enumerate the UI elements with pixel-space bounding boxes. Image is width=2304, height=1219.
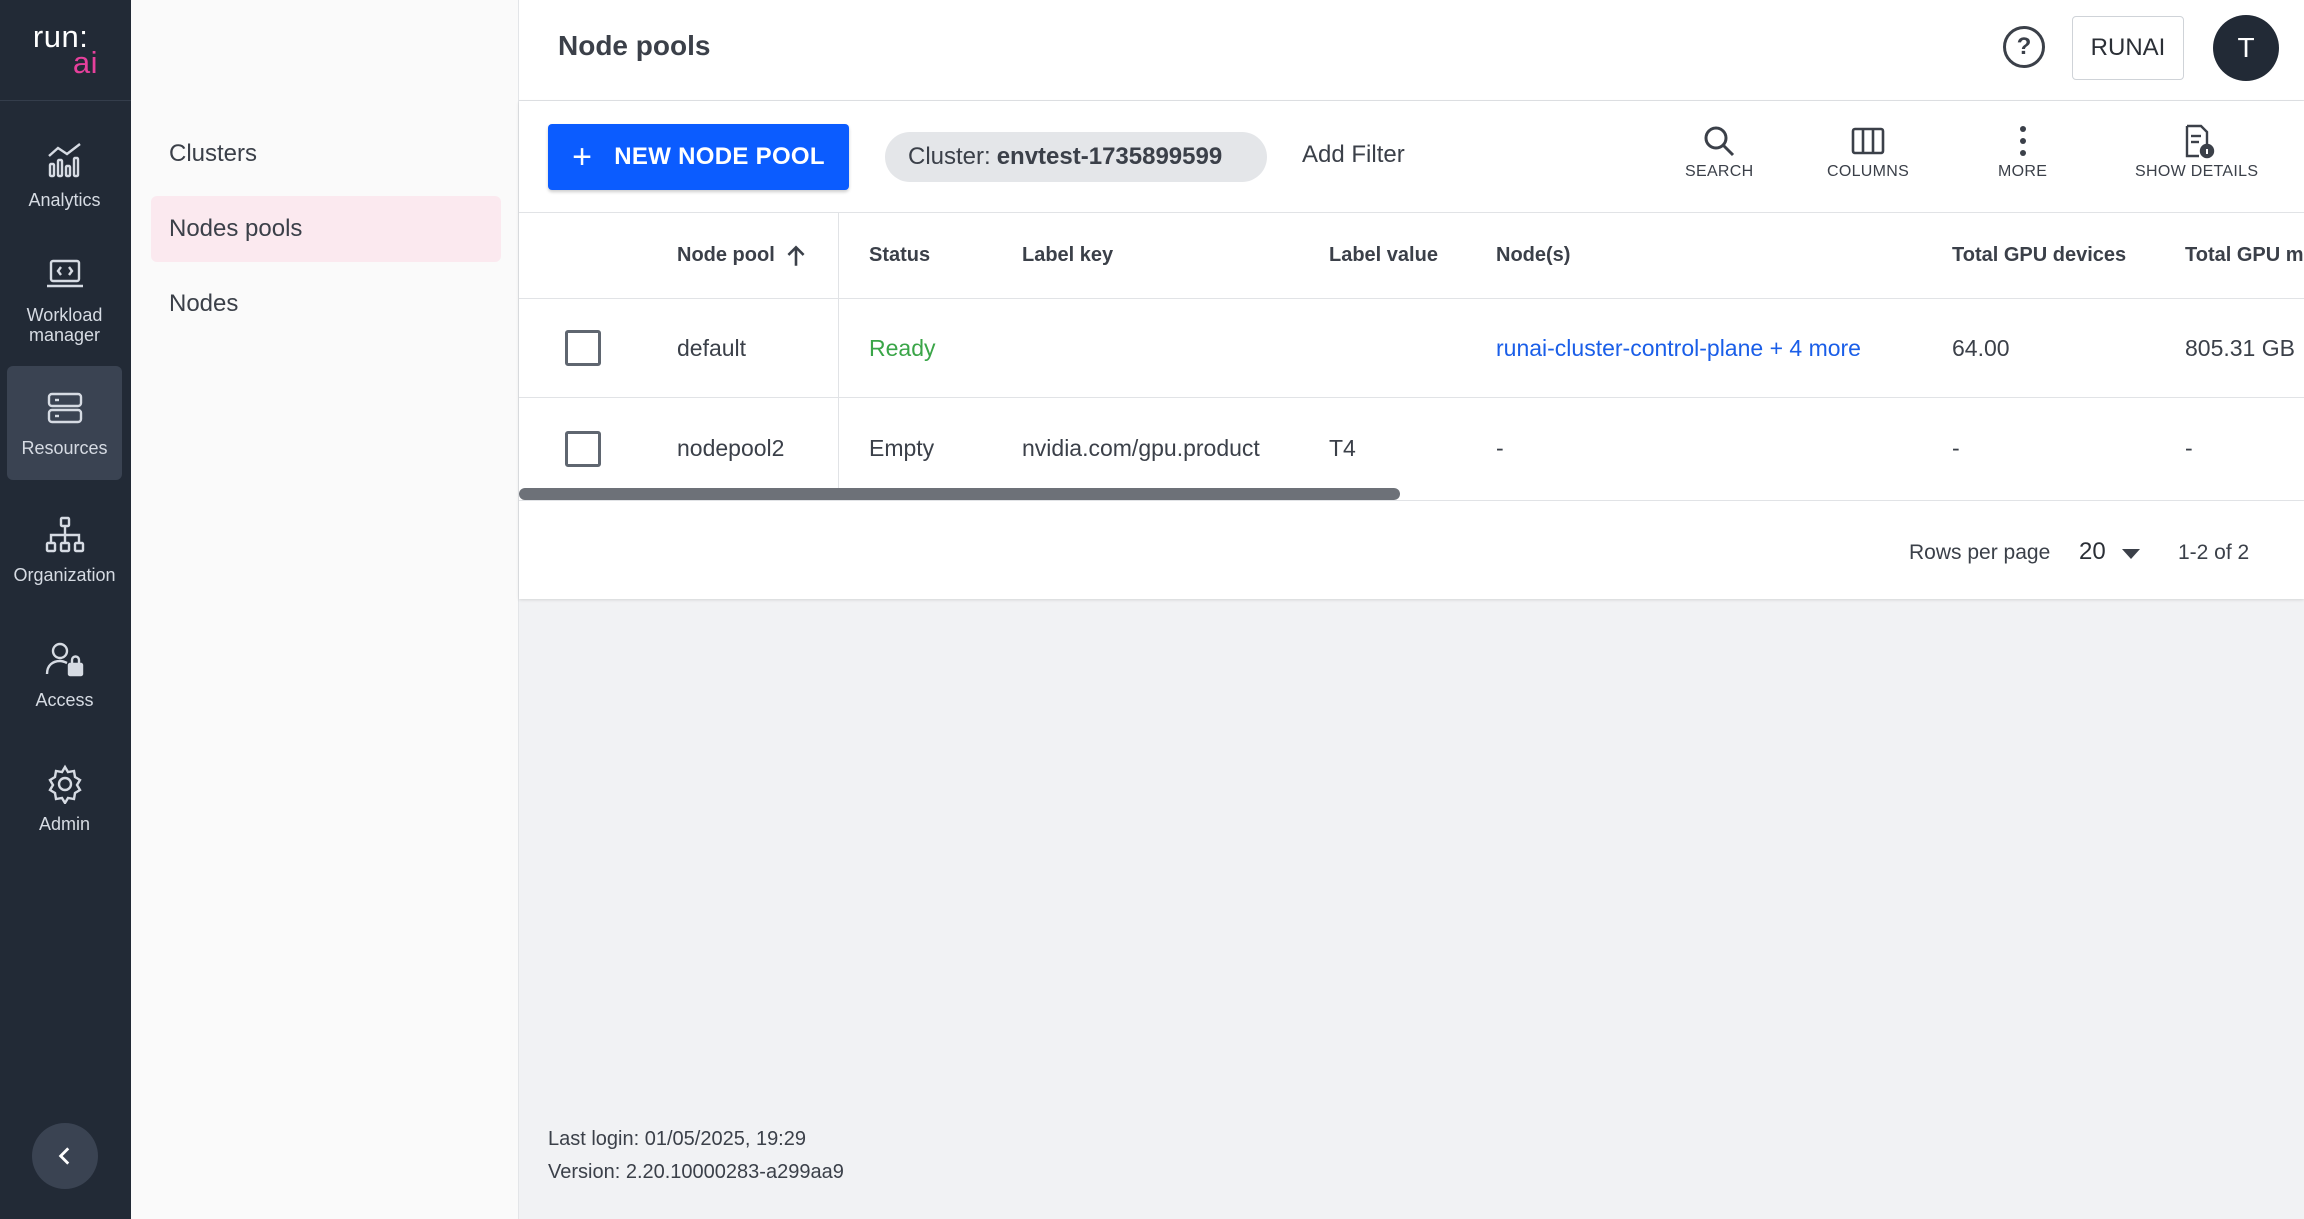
column-header-nodes[interactable]: Node(s) bbox=[1496, 213, 1570, 298]
nav-organization[interactable]: Organization bbox=[7, 505, 122, 595]
show-details-label: SHOW DETAILS bbox=[2135, 163, 2259, 180]
submenu-item-nodes[interactable]: Nodes bbox=[151, 271, 501, 337]
more-button[interactable]: MORE bbox=[1998, 123, 2047, 181]
column-separator bbox=[838, 213, 839, 298]
nav-workload-manager-label: Workload manager bbox=[26, 305, 103, 345]
columns-button[interactable]: COLUMNS bbox=[1827, 123, 1909, 181]
user-lock-icon bbox=[45, 642, 83, 677]
filter-chip-value: envtest-1735899599 bbox=[996, 143, 1223, 170]
cell-gpu-devices: 64.00 bbox=[1952, 334, 2010, 361]
cell-nodes-link[interactable]: runai-cluster-control-plane + 4 more bbox=[1496, 299, 1861, 397]
cell-node-pool: default bbox=[677, 334, 747, 361]
search-icon bbox=[1704, 126, 1735, 157]
tenant-button[interactable]: RUNAI bbox=[2072, 16, 2184, 80]
cell-nodes: - bbox=[1496, 435, 1504, 461]
nav-workload-manager[interactable]: Workload manager bbox=[7, 250, 122, 350]
row-select-cell bbox=[565, 299, 601, 397]
add-filter-button[interactable]: Add Filter bbox=[1302, 141, 1405, 169]
submenu-item-label: Clusters bbox=[169, 140, 258, 167]
more-vertical-icon bbox=[2019, 126, 2026, 156]
row-checkbox[interactable] bbox=[565, 430, 601, 467]
nav-analytics-label: Analytics bbox=[28, 190, 101, 210]
column-header-node-pool[interactable]: Node pool bbox=[677, 213, 809, 298]
more-label: MORE bbox=[1998, 163, 2048, 180]
cell-status: Empty bbox=[869, 435, 935, 461]
arrow-up-icon bbox=[787, 244, 805, 266]
new-node-pool-button[interactable]: + NEW NODE POOL bbox=[548, 124, 849, 190]
submenu-item-label: Nodes bbox=[169, 290, 239, 317]
scrollbar-thumb[interactable] bbox=[519, 488, 1400, 500]
cluster-filter-chip[interactable]: Cluster: envtest-1735899599 bbox=[885, 132, 1267, 182]
cell-label-key: nvidia.com/gpu.product bbox=[1022, 435, 1260, 461]
columns-icon bbox=[1851, 127, 1885, 155]
table-toolbar: + NEW NODE POOL Cluster: envtest-1735899… bbox=[519, 101, 2304, 213]
horizontal-scrollbar[interactable] bbox=[519, 488, 2304, 500]
nav-access-label: Access bbox=[35, 690, 94, 710]
nav-access[interactable]: Access bbox=[7, 630, 122, 720]
column-separator bbox=[838, 299, 839, 397]
server-icon bbox=[47, 392, 82, 424]
column-separator bbox=[838, 398, 839, 499]
cell-status: Ready bbox=[869, 334, 936, 361]
nav-resources-label: Resources bbox=[21, 438, 108, 458]
help-icon[interactable]: ? bbox=[2003, 26, 2045, 68]
help-glyph: ? bbox=[2016, 33, 2032, 60]
column-header-total-gpu-devices[interactable]: Total GPU devices bbox=[1952, 213, 2126, 298]
user-avatar[interactable]: T bbox=[2213, 15, 2279, 81]
node-pools-table: Node pool Status Label key Label value N… bbox=[519, 213, 2304, 500]
rows-per-page-select[interactable]: 20 bbox=[2079, 538, 2106, 566]
columns-label: COLUMNS bbox=[1827, 163, 1910, 180]
runai-logo[interactable]: run: ai bbox=[0, 0, 131, 101]
submenu-item-node-pools[interactable]: Nodes pools bbox=[151, 196, 501, 262]
table-row[interactable]: nodepool2 Empty nvidia.com/gpu.product T… bbox=[519, 398, 2304, 499]
pagination-range: 1-2 of 2 bbox=[2178, 541, 2250, 564]
table-header-row: Node pool Status Label key Label value N… bbox=[519, 213, 2304, 299]
chevron-down-icon[interactable] bbox=[2122, 549, 2140, 559]
node-pools-card: + NEW NODE POOL Cluster: envtest-1735899… bbox=[519, 101, 2304, 599]
rows-per-page-label: Rows per page bbox=[1909, 541, 2051, 564]
chevron-left-icon bbox=[58, 1147, 70, 1165]
column-header-label-key[interactable]: Label key bbox=[1022, 213, 1113, 298]
show-details-button[interactable]: SHOW DETAILS bbox=[2135, 123, 2258, 181]
gear-icon bbox=[47, 764, 82, 804]
row-checkbox[interactable] bbox=[565, 330, 601, 366]
analytics-icon bbox=[47, 143, 81, 178]
cell-label-value: T4 bbox=[1329, 435, 1356, 461]
search-label: SEARCH bbox=[1685, 163, 1754, 180]
submenu-item-label: Nodes pools bbox=[169, 215, 303, 242]
details-document-icon bbox=[2185, 124, 2214, 159]
cell-gpu-devices: - bbox=[1952, 435, 1960, 461]
filter-chip-key: Cluster: bbox=[908, 143, 991, 170]
nav-admin[interactable]: Admin bbox=[7, 754, 122, 844]
search-button[interactable]: SEARCH bbox=[1685, 123, 1753, 181]
cell-gpu-memory: - bbox=[2185, 435, 2193, 461]
laptop-code-icon bbox=[46, 259, 83, 288]
column-header-label-value[interactable]: Label value bbox=[1329, 213, 1438, 298]
table-row[interactable]: default Ready runai-cluster-control-plan… bbox=[519, 299, 2304, 398]
submenu-item-clusters[interactable]: Clusters bbox=[151, 121, 501, 187]
collapse-sidebar-button[interactable] bbox=[32, 1123, 98, 1189]
top-header: Node pools ? RUNAI T bbox=[519, 0, 2304, 101]
last-login-text: Last login: 01/05/2025, 19:29 bbox=[548, 1128, 806, 1150]
nav-organization-label: Organization bbox=[13, 565, 116, 585]
cell-node-pool: nodepool2 bbox=[677, 435, 785, 461]
row-select-cell bbox=[565, 398, 601, 499]
column-header-total-gpu-memory[interactable]: Total GPU m bbox=[2185, 213, 2304, 298]
plus-icon: + bbox=[572, 138, 593, 176]
resources-submenu: Clusters Nodes pools Nodes bbox=[131, 0, 519, 1219]
cell-gpu-memory: 805.31 GB bbox=[2185, 334, 2295, 361]
nav-analytics[interactable]: Analytics bbox=[7, 130, 122, 220]
nav-resources[interactable]: Resources bbox=[7, 366, 122, 480]
main-navigation-rail: run: ai Analytics Workload manager Resour… bbox=[0, 0, 131, 1219]
pagination-bar: Rows per page 20 1-2 of 2 bbox=[519, 500, 2304, 599]
org-chart-icon bbox=[45, 516, 84, 553]
column-header-label: Node pool bbox=[677, 244, 775, 266]
page-title: Node pools bbox=[558, 30, 711, 61]
version-text: Version: 2.20.10000283-a299aa9 bbox=[548, 1161, 844, 1183]
nav-admin-label: Admin bbox=[38, 814, 91, 834]
column-header-status[interactable]: Status bbox=[869, 213, 930, 298]
new-node-pool-label: NEW NODE POOL bbox=[614, 143, 825, 170]
